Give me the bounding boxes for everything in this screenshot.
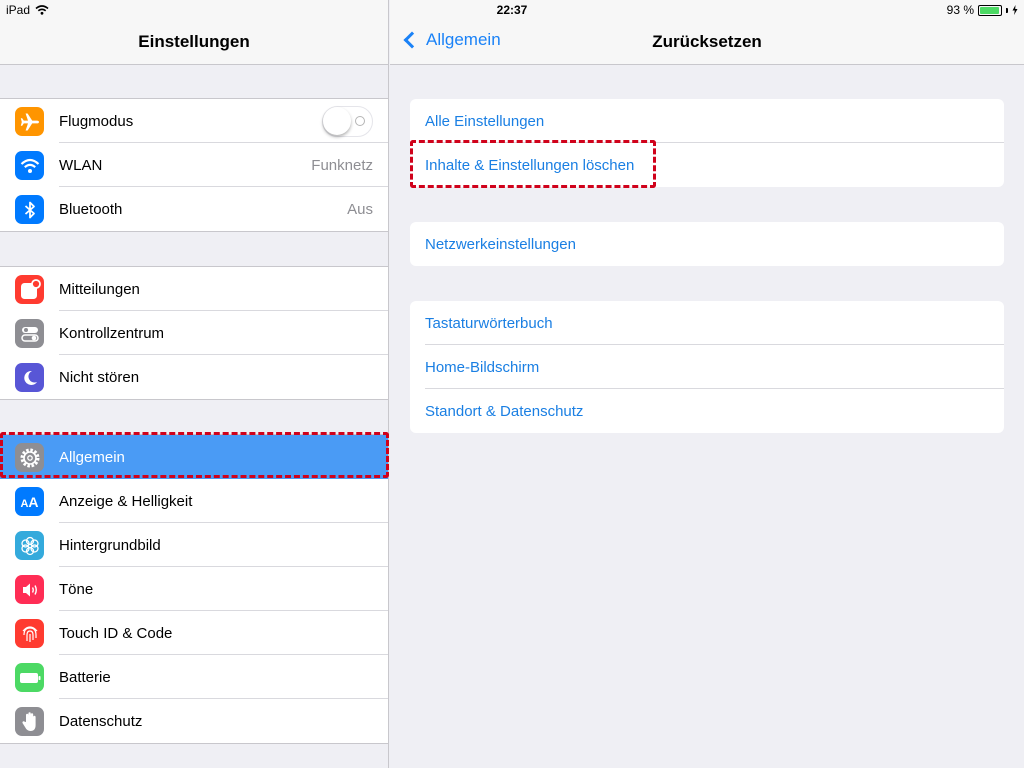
settings-row-label: Töne bbox=[59, 580, 94, 598]
settings-row-label: Hintergrundbild bbox=[59, 536, 161, 554]
settings-row-anzeige[interactable]: AA Anzeige & Helligkeit bbox=[0, 479, 388, 523]
speaker-icon bbox=[15, 575, 44, 604]
reset-group-3: Tastaturwörterbuch Home-Bildschirm Stand… bbox=[410, 301, 1004, 433]
sidebar-title: Einstellungen bbox=[138, 32, 250, 51]
reset-netzwerkeinstellungen[interactable]: Netzwerkeinstellungen bbox=[410, 222, 1004, 266]
bluetooth-icon bbox=[15, 195, 44, 224]
moon-icon bbox=[15, 363, 44, 392]
reset-standort-datenschutz[interactable]: Standort & Datenschutz bbox=[410, 389, 1004, 433]
toggle-knob bbox=[323, 107, 351, 135]
wifi-icon bbox=[15, 151, 44, 180]
wallpaper-icon bbox=[15, 531, 44, 560]
settings-row-datenschutz[interactable]: Datenschutz bbox=[0, 699, 388, 743]
notifications-icon bbox=[15, 275, 44, 304]
wlan-value: Funknetz bbox=[311, 156, 373, 174]
reset-detail-panel: Allgemein Zurücksetzen Alle Einstellunge… bbox=[390, 0, 1024, 768]
settings-row-mitteilungen[interactable]: Mitteilungen bbox=[0, 267, 388, 311]
settings-row-allgemein[interactable]: Allgemein bbox=[0, 435, 388, 479]
hand-icon bbox=[15, 707, 44, 736]
settings-row-label: Allgemein bbox=[59, 448, 125, 466]
status-right: 93 % bbox=[947, 3, 1018, 17]
settings-row-label: Bluetooth bbox=[59, 200, 123, 218]
reset-row-label: Standort & Datenschutz bbox=[425, 402, 584, 420]
settings-row-label: Flugmodus bbox=[59, 112, 134, 130]
reset-alle-einstellungen[interactable]: Alle Einstellungen bbox=[410, 99, 1004, 143]
status-time: 22:37 bbox=[496, 3, 528, 17]
settings-row-bluetooth[interactable]: Bluetooth Aus bbox=[0, 187, 388, 231]
settings-row-label: Touch ID & Code bbox=[59, 624, 173, 642]
bluetooth-value: Aus bbox=[347, 200, 373, 218]
reset-tastaturwoerterbuch[interactable]: Tastaturwörterbuch bbox=[410, 301, 1004, 345]
battery-status-icon bbox=[978, 4, 1002, 16]
settings-group-connectivity: Flugmodus WLAN Funknetz Bluetooth Aus bbox=[0, 98, 388, 232]
reset-row-label: Home-Bildschirm bbox=[425, 358, 540, 376]
settings-group-general: Allgemein AA Anzeige & Helligkeit Hinter… bbox=[0, 434, 388, 744]
reset-group-1: Alle Einstellungen Inhalte & Einstellung… bbox=[410, 99, 1004, 187]
reset-group-2: Netzwerkeinstellungen bbox=[410, 222, 1004, 266]
detail-title: Zurücksetzen bbox=[652, 32, 762, 51]
settings-row-batterie[interactable]: Batterie bbox=[0, 655, 388, 699]
settings-row-hintergrundbild[interactable]: Hintergrundbild bbox=[0, 523, 388, 567]
settings-group-system: Mitteilungen Kontrollzentrum Nicht störe… bbox=[0, 266, 388, 400]
gear-icon bbox=[15, 443, 44, 472]
airplane-icon bbox=[15, 107, 44, 136]
settings-row-flugmodus[interactable]: Flugmodus bbox=[0, 99, 388, 143]
status-bar: iPad 22:37 93 % bbox=[0, 0, 1024, 20]
battery-icon bbox=[15, 663, 44, 692]
reset-home-bildschirm[interactable]: Home-Bildschirm bbox=[410, 345, 1004, 389]
reset-inhalte-einstellungen-loeschen[interactable]: Inhalte & Einstellungen löschen bbox=[410, 143, 1004, 187]
settings-row-kontrollzentrum[interactable]: Kontrollzentrum bbox=[0, 311, 388, 355]
settings-row-toene[interactable]: Töne bbox=[0, 567, 388, 611]
settings-row-nicht-stoeren[interactable]: Nicht stören bbox=[0, 355, 388, 399]
settings-row-label: Nicht stören bbox=[59, 368, 140, 386]
battery-percentage: 93 % bbox=[946, 3, 974, 17]
settings-row-label: Mitteilungen bbox=[59, 280, 140, 298]
control-center-icon bbox=[15, 319, 44, 348]
settings-row-label: Datenschutz bbox=[59, 712, 143, 730]
settings-sidebar: Einstellungen Flugmodus WLAN Funknetz Bl… bbox=[0, 0, 389, 768]
charging-icon bbox=[1012, 5, 1018, 15]
reset-row-label: Inhalte & Einstellungen löschen bbox=[425, 156, 635, 174]
reset-row-label: Netzwerkeinstellungen bbox=[425, 235, 576, 253]
fingerprint-icon bbox=[15, 619, 44, 648]
settings-row-label: Anzeige & Helligkeit bbox=[59, 492, 193, 510]
reset-row-label: Tastaturwörterbuch bbox=[425, 314, 553, 332]
flugmodus-toggle[interactable] bbox=[322, 106, 373, 137]
battery-cap bbox=[1006, 7, 1008, 13]
toggle-off-indicator bbox=[355, 116, 365, 126]
settings-row-label: Kontrollzentrum bbox=[59, 324, 165, 342]
settings-row-label: WLAN bbox=[59, 156, 103, 174]
settings-row-label: Batterie bbox=[59, 668, 111, 686]
reset-row-label: Alle Einstellungen bbox=[425, 112, 545, 130]
settings-row-wlan[interactable]: WLAN Funknetz bbox=[0, 143, 388, 187]
display-icon: AA bbox=[15, 487, 44, 516]
settings-row-touch-id[interactable]: Touch ID & Code bbox=[0, 611, 388, 655]
